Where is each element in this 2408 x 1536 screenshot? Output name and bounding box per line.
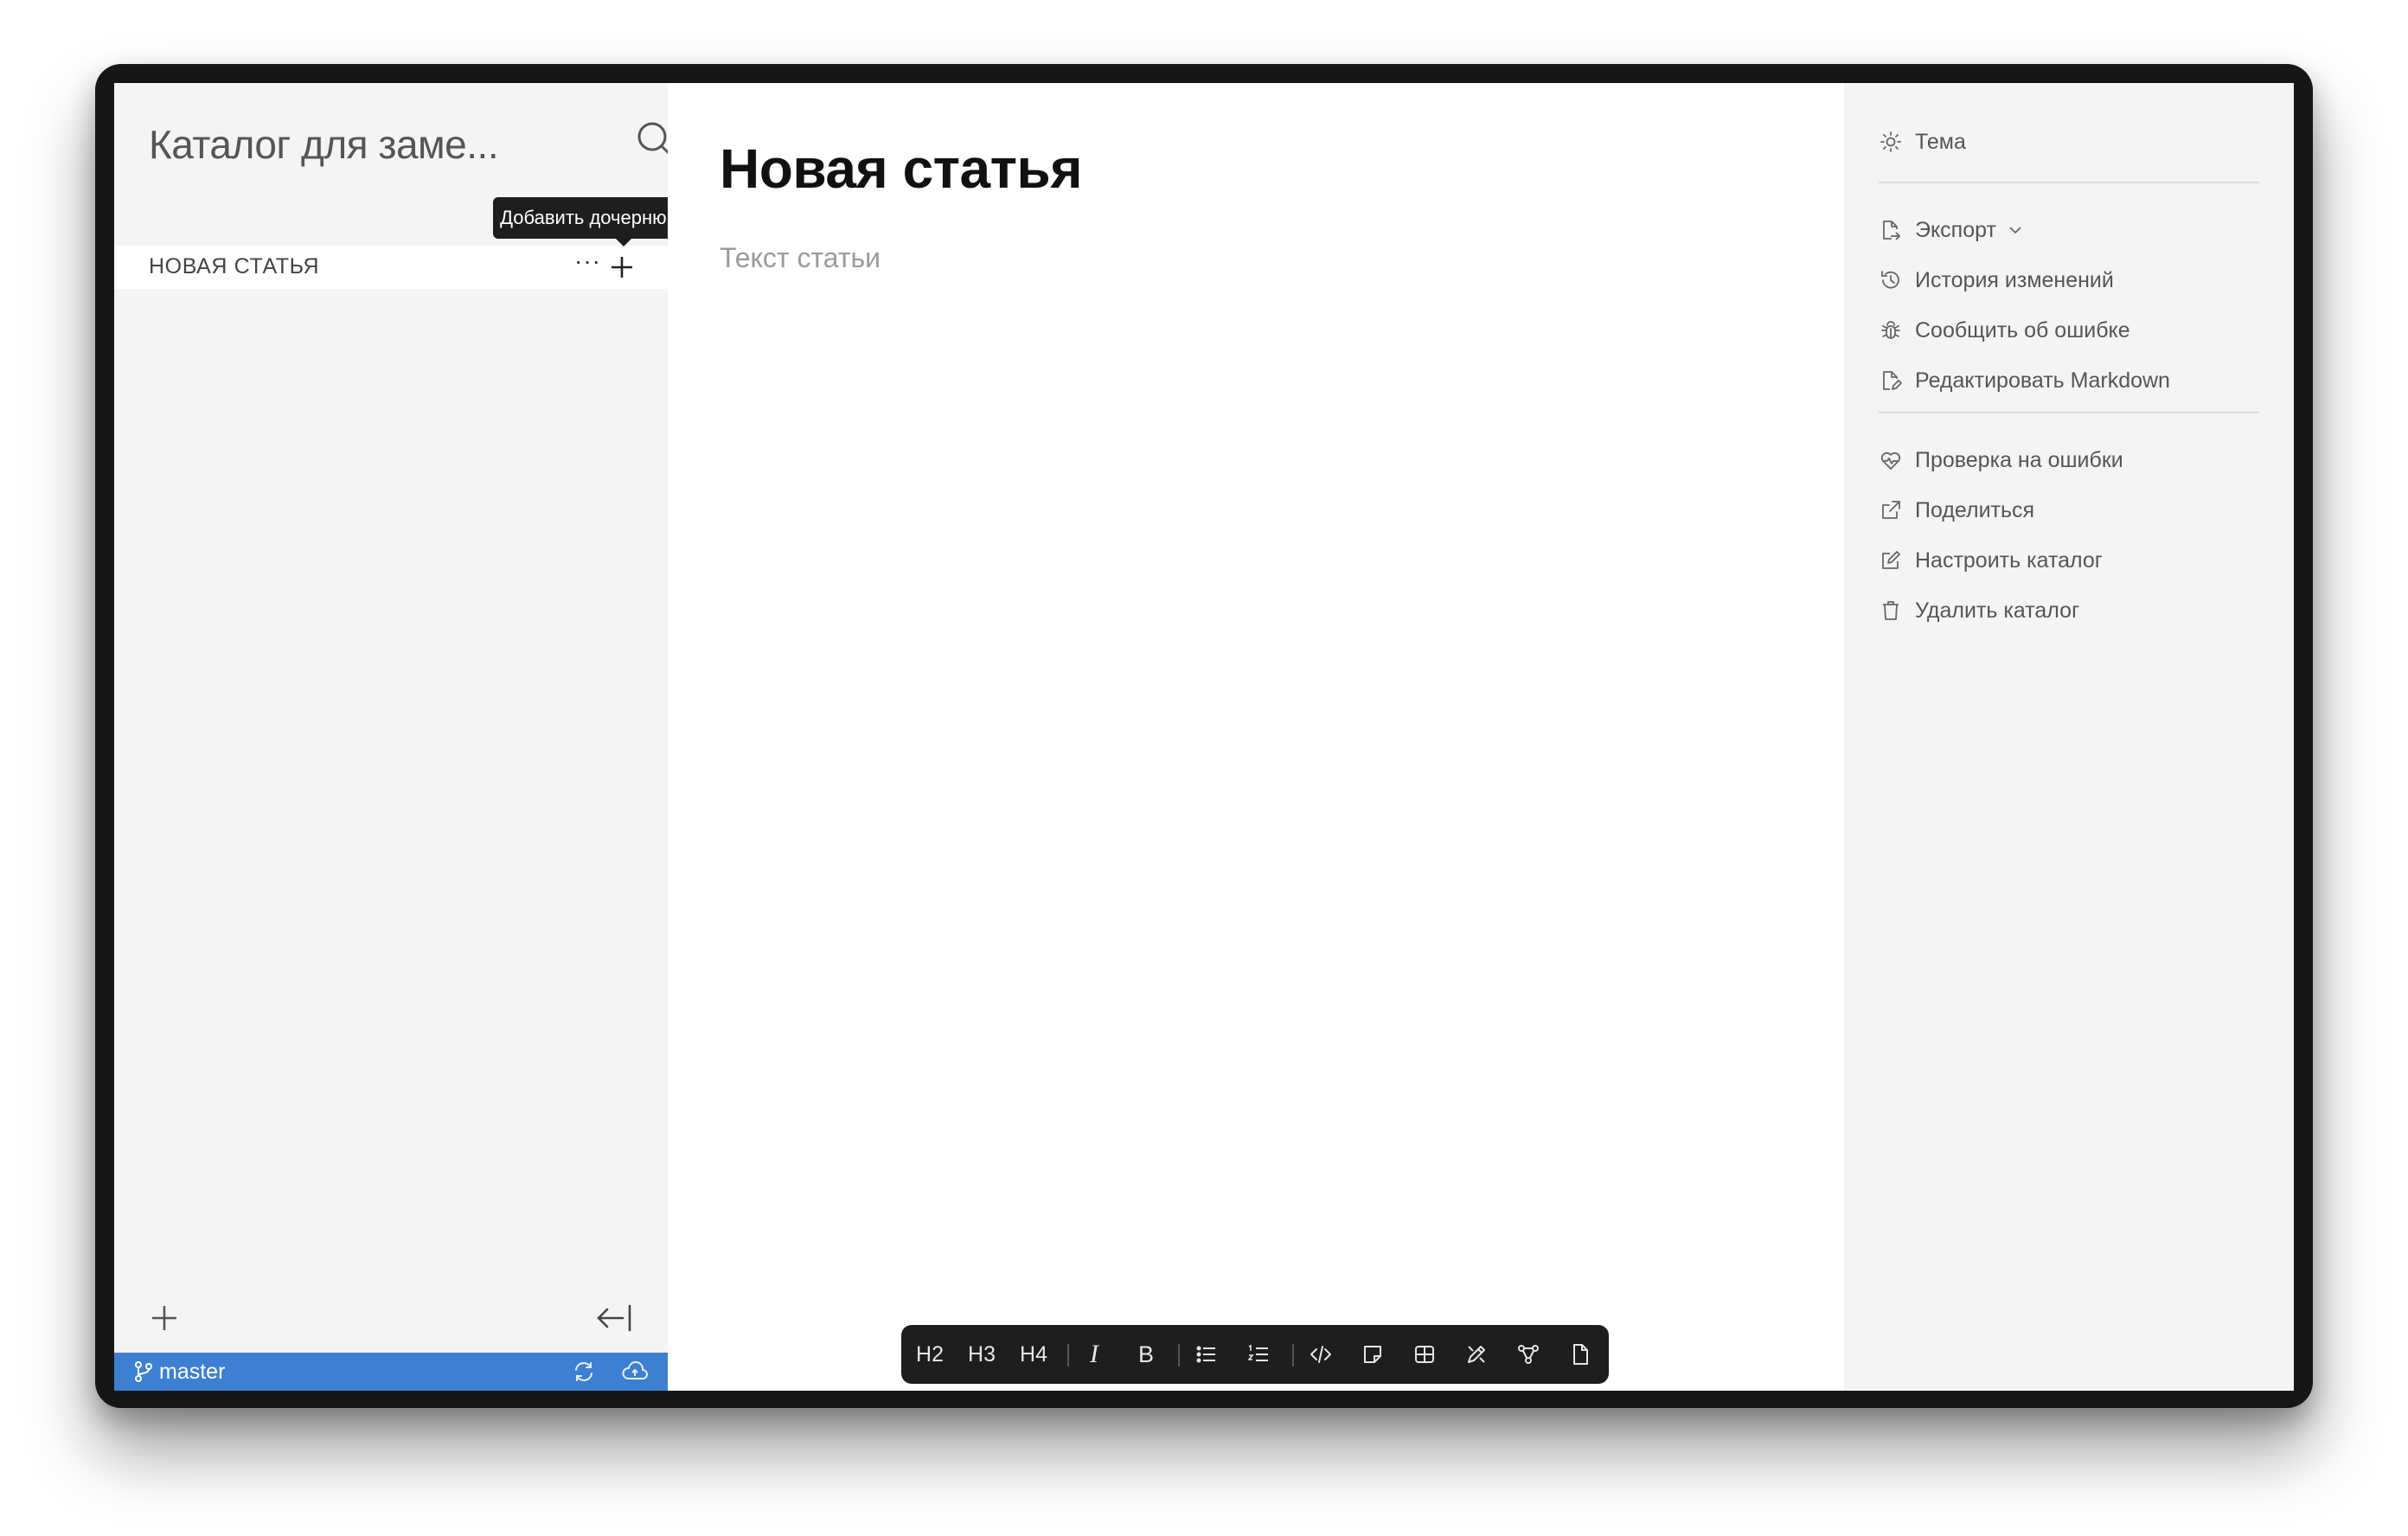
theme-button[interactable]: Тема	[1879, 125, 1966, 159]
check-errors-label: Проверка на ошибки	[1915, 447, 2123, 472]
heart-pulse-icon	[1879, 448, 1903, 472]
divider	[1879, 412, 2259, 413]
edit-markdown-label: Редактировать Markdown	[1915, 368, 2170, 393]
history-icon	[1879, 268, 1903, 292]
share-icon	[1879, 498, 1903, 522]
italic-button[interactable]: I	[1071, 1325, 1118, 1384]
add-child-article-button[interactable]	[607, 253, 637, 282]
diagram-icon[interactable]	[1505, 1325, 1552, 1384]
divider	[1879, 182, 2259, 183]
add-article-button[interactable]	[149, 1302, 180, 1334]
formatting-toolbar: H2 H3 H4 I B	[901, 1325, 1609, 1384]
chevron-down-icon	[2007, 221, 2024, 239]
sun-icon	[1879, 130, 1903, 154]
article-item-label: НОВАЯ СТАТЬЯ	[149, 254, 320, 278]
sync-icon[interactable]	[573, 1360, 595, 1383]
drawing-icon[interactable]	[1453, 1325, 1500, 1384]
left-sidebar: Каталог для заме... НОВАЯ СТАТЬЯ ··· mas…	[114, 83, 754, 1391]
note-icon[interactable]	[1349, 1325, 1396, 1384]
report-bug-label: Сообщить об ошибке	[1915, 317, 2130, 342]
bullet-list-icon[interactable]	[1183, 1325, 1230, 1384]
edit-file-icon	[1879, 368, 1903, 393]
app-window: Каталог для заме... НОВАЯ СТАТЬЯ ··· mas…	[114, 83, 2294, 1391]
editor-area: Новая статья Текст статьи H2 H3 H4 I B	[668, 83, 1844, 1391]
branch-name[interactable]: master	[159, 1360, 225, 1385]
numbered-list-icon[interactable]	[1235, 1325, 1282, 1384]
share-button[interactable]: Поделиться	[1879, 493, 2034, 528]
history-label: История изменений	[1915, 267, 2114, 292]
collapse-sidebar-icon[interactable]	[595, 1301, 633, 1335]
table-icon[interactable]	[1401, 1325, 1448, 1384]
toolbar-divider	[1178, 1344, 1180, 1366]
export-label: Экспорт	[1915, 217, 1996, 242]
file-icon[interactable]	[1557, 1325, 1604, 1384]
bug-icon	[1879, 318, 1903, 342]
export-dropdown[interactable]: Экспорт	[1879, 213, 2024, 247]
right-panel: Тема Экспорт История изменений Сообщить …	[1844, 83, 2294, 1391]
delete-catalog-button[interactable]: Удалить каталог	[1879, 593, 2079, 628]
git-branch-icon	[133, 1360, 154, 1383]
article-item-new[interactable]: НОВАЯ СТАТЬЯ ···	[114, 246, 668, 289]
heading-3-button[interactable]: H3	[958, 1325, 1005, 1384]
catalog-title[interactable]: Каталог для заме...	[149, 121, 620, 168]
configure-catalog-button[interactable]: Настроить каталог	[1879, 543, 2103, 578]
heading-4-button[interactable]: H4	[1010, 1325, 1057, 1384]
configure-catalog-label: Настроить каталог	[1915, 547, 2103, 573]
check-errors-button[interactable]: Проверка на ошибки	[1879, 443, 2123, 477]
status-bar: master	[114, 1353, 668, 1391]
heading-2-button[interactable]: H2	[906, 1325, 953, 1384]
trash-icon	[1879, 598, 1903, 623]
edit-icon	[1879, 548, 1903, 573]
article-title[interactable]: Новая статья	[720, 137, 1083, 201]
history-button[interactable]: История изменений	[1879, 263, 2114, 298]
cloud-upload-icon[interactable]	[621, 1360, 649, 1383]
export-file-icon	[1879, 218, 1903, 242]
toolbar-divider	[1067, 1344, 1069, 1366]
theme-label: Тема	[1915, 129, 1966, 154]
toolbar-divider	[1292, 1344, 1294, 1366]
device-frame: Каталог для заме... НОВАЯ СТАТЬЯ ··· mas…	[95, 64, 2313, 1408]
bold-button[interactable]: B	[1123, 1325, 1169, 1384]
article-body-placeholder[interactable]: Текст статьи	[720, 242, 881, 274]
edit-markdown-button[interactable]: Редактировать Markdown	[1879, 363, 2170, 398]
more-options-icon[interactable]: ···	[574, 247, 601, 275]
report-bug-button[interactable]: Сообщить об ошибке	[1879, 313, 2130, 348]
share-label: Поделиться	[1915, 497, 2035, 522]
delete-catalog-label: Удалить каталог	[1915, 598, 2080, 623]
code-icon[interactable]	[1297, 1325, 1344, 1384]
